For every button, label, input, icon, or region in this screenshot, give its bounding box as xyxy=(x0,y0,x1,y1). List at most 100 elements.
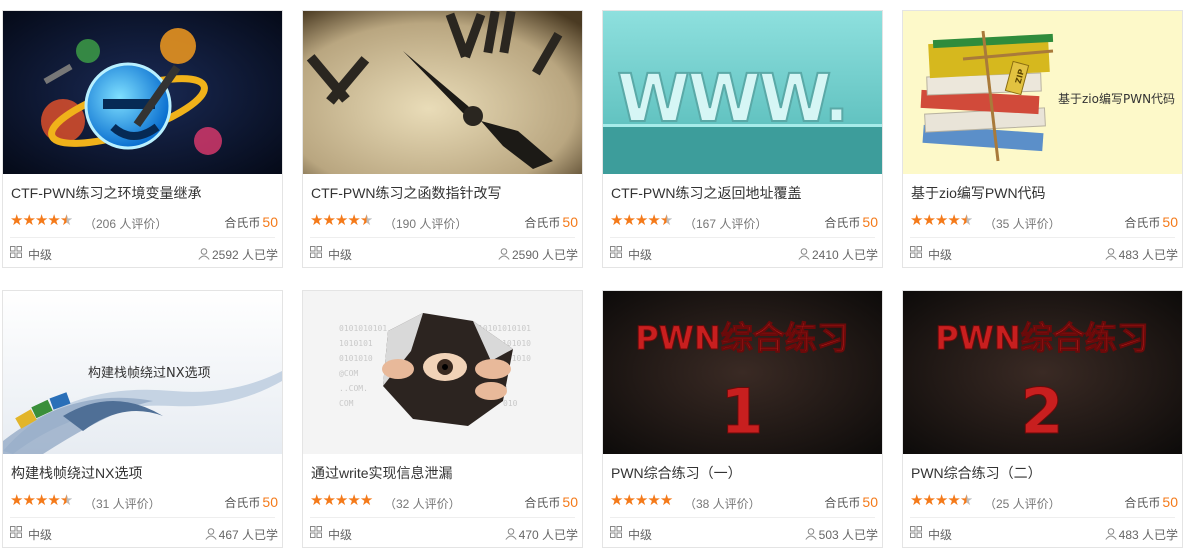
course-title[interactable]: PWN综合练习（一） xyxy=(611,463,876,483)
svg-text:@COM: @COM xyxy=(339,369,358,378)
course-title[interactable]: CTF-PWN练习之函数指针改写 xyxy=(311,183,576,203)
course-card[interactable]: 构建栈帧绕过NX选项 构建栈帧绕过NX选项 ★★★★★ （31 人评价） 合氏币… xyxy=(2,290,283,548)
star-icon: ★ xyxy=(647,212,660,229)
course-title[interactable]: 通过write实现信息泄漏 xyxy=(311,463,576,483)
course-thumbnail[interactable]: 0101010101 1010101 0101010 @COM ..COM. C… xyxy=(303,291,582,454)
pwn-poster-2-image: PWN综合练习 2 xyxy=(903,291,1182,454)
zip-books-image: ZIP 基于zio编写PWN代码 xyxy=(903,11,1182,174)
star-icon: ★ xyxy=(322,492,335,509)
star-rating: ★★★★★ xyxy=(610,492,673,509)
star-icon: ★ xyxy=(22,212,35,229)
course-title[interactable]: 构建栈帧绕过NX选项 xyxy=(11,463,276,483)
star-icon: ★ xyxy=(622,212,635,229)
rating-row: ★★★★★ （31 人评价） 合氏币 50 xyxy=(10,492,278,512)
star-icon: ★ xyxy=(610,212,623,229)
course-thumbnail[interactable]: PWN综合练习 1 xyxy=(603,291,882,454)
svg-text:..COM.: ..COM. xyxy=(339,384,368,393)
price-label: 合氏币 xyxy=(824,496,861,510)
course-card[interactable]: WWW. CTF-PWN练习之返回地址覆盖 ★★★★★ （167 人评价） 合氏… xyxy=(602,10,883,268)
course-card[interactable]: PWN综合练习 2 PWN综合练习（二） ★★★★★ （25 人评价） 合氏币 5… xyxy=(902,290,1183,548)
course-thumbnail[interactable]: ZIP 基于zio编写PWN代码 xyxy=(903,11,1182,174)
rating-row: ★★★★★ （35 人评价） 合氏币 50 xyxy=(910,212,1178,232)
star-icon: ★ xyxy=(347,212,360,229)
course-thumbnail[interactable]: WWW. xyxy=(603,11,882,174)
meta-row: 中级 483 人已学 xyxy=(910,244,1178,262)
meta-row: 中级 2590 人已学 xyxy=(310,244,578,262)
meta-row: 中级 483 人已学 xyxy=(910,524,1178,542)
level-grid-icon xyxy=(310,526,322,538)
thumbnail-caption: PWN综合练习 xyxy=(935,319,1149,357)
course-title[interactable]: CTF-PWN练习之环境变量继承 xyxy=(11,183,276,203)
course-card[interactable]: PWN综合练习 1 PWN综合练习（一） ★★★★★ （38 人评价） 合氏币 5… xyxy=(602,290,883,548)
level-grid-icon xyxy=(610,526,622,538)
course-thumbnail[interactable]: 构建栈帧绕过NX选项 xyxy=(3,291,282,454)
price: 合氏币 50 xyxy=(524,214,578,231)
course-title[interactable]: 基于zio编写PWN代码 xyxy=(911,183,1176,203)
course-title[interactable]: PWN综合练习（二） xyxy=(911,463,1176,483)
level-grid-icon xyxy=(910,526,922,538)
star-icon: ★ xyxy=(647,492,660,509)
star-icon: ★ xyxy=(47,492,60,509)
review-count: （38 人评价） xyxy=(684,497,761,511)
level-grid-icon xyxy=(910,246,922,258)
course-card[interactable]: ZIP 基于zio编写PWN代码 基于zio编写PWN代码 ★★★★★ （35 … xyxy=(902,10,1183,268)
star-rating: ★★★★★ xyxy=(310,212,373,229)
star-icon: ★ xyxy=(334,212,348,229)
star-icon: ★ xyxy=(622,492,635,509)
course-card[interactable]: 0101010101 1010101 0101010 @COM ..COM. C… xyxy=(302,290,583,548)
learner-count: 470 人已学 xyxy=(505,526,578,543)
price: 合氏币 50 xyxy=(1124,214,1178,231)
star-icon: ★ xyxy=(22,492,35,509)
level-label: 中级 xyxy=(28,248,53,262)
course-thumbnail[interactable] xyxy=(303,11,582,174)
learner-count-text: 483 人已学 xyxy=(1118,248,1178,262)
star-icon: ★ xyxy=(359,492,373,509)
price-value: 50 xyxy=(862,494,878,510)
level-grid-icon xyxy=(10,246,22,258)
course-card[interactable]: CTF-PWN练习之环境变量继承 ★★★★★ （206 人评价） 合氏币 50 中… xyxy=(2,10,283,268)
star-half-icon: ★ xyxy=(959,492,973,509)
learner-count: 483 人已学 xyxy=(1105,526,1178,543)
star-rating: ★★★★★ xyxy=(910,492,973,509)
learner-count: 2410 人已学 xyxy=(798,246,878,263)
rating-row: ★★★★★ （32 人评价） 合氏币 50 xyxy=(310,492,578,512)
course-card[interactable]: CTF-PWN练习之函数指针改写 ★★★★★ （190 人评价） 合氏币 50 中… xyxy=(302,10,583,268)
star-icon: ★ xyxy=(910,492,923,509)
star-icon: ★ xyxy=(47,212,60,229)
thumbnail-number: 2 xyxy=(1020,375,1063,448)
star-icon: ★ xyxy=(310,492,323,509)
level-label: 中级 xyxy=(928,248,953,262)
clock-image xyxy=(303,11,582,174)
star-half-icon: ★ xyxy=(359,212,373,229)
price: 合氏币 50 xyxy=(824,494,878,511)
meta-row: 中级 2410 人已学 xyxy=(610,244,878,262)
svg-text:010: 010 xyxy=(503,399,518,408)
user-icon xyxy=(198,248,210,260)
star-rating: ★★★★★ xyxy=(10,492,73,509)
star-icon: ★ xyxy=(659,492,673,509)
course-grid: CTF-PWN练习之环境变量继承 ★★★★★ （206 人评价） 合氏币 50 中… xyxy=(0,0,1190,549)
eye-paper-image: 0101010101 1010101 0101010 @COM ..COM. C… xyxy=(303,291,582,454)
star-half-icon: ★ xyxy=(59,492,73,509)
star-icon: ★ xyxy=(347,492,360,509)
meta-row: 中级 470 人已学 xyxy=(310,524,578,542)
star-half-icon: ★ xyxy=(59,212,73,229)
price-label: 合氏币 xyxy=(524,496,561,510)
price-label: 合氏币 xyxy=(1124,216,1161,230)
course-title[interactable]: CTF-PWN练习之返回地址覆盖 xyxy=(611,183,876,203)
star-icon: ★ xyxy=(922,492,935,509)
price-label: 合氏币 xyxy=(224,496,261,510)
review-count: （190 人评价） xyxy=(384,217,468,231)
learner-count-text: 467 人已学 xyxy=(218,528,278,542)
course-thumbnail[interactable] xyxy=(3,11,282,174)
review-count: （32 人评价） xyxy=(384,497,461,511)
learner-count: 503 人已学 xyxy=(805,526,878,543)
learner-count: 483 人已学 xyxy=(1105,246,1178,263)
course-thumbnail[interactable]: PWN综合练习 2 xyxy=(903,291,1182,454)
star-icon: ★ xyxy=(947,492,960,509)
divider xyxy=(910,237,1175,238)
www-image: WWW. xyxy=(603,11,882,174)
learner-count-text: 503 人已学 xyxy=(818,528,878,542)
star-half-icon: ★ xyxy=(959,212,973,229)
star-half-icon: ★ xyxy=(659,212,673,229)
